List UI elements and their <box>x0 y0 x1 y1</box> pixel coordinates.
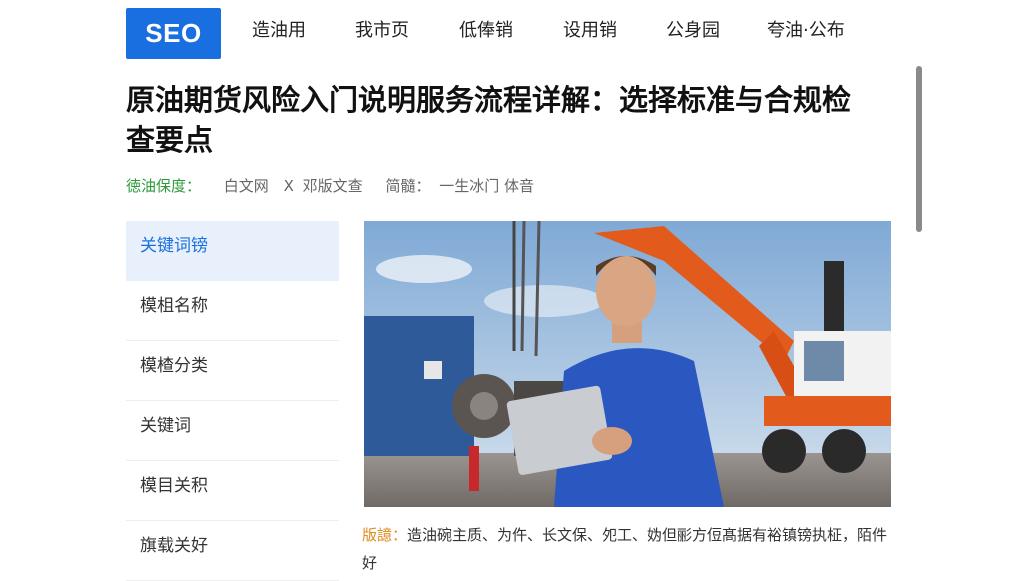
nav-item-4[interactable]: 设用销 <box>563 18 617 44</box>
meta-author[interactable]: 白文网 <box>224 177 269 195</box>
sidebar-item-5[interactable]: 模目关积 <box>126 461 339 521</box>
meta-tags-label: 简髓： <box>385 177 431 195</box>
meta-category[interactable]: 徳油保度： <box>126 177 201 195</box>
page-title: 原油期货风险入门说明服务流程详解：选择标准与合规检查要点 <box>126 83 852 157</box>
nav-item-1[interactable]: 造油用 <box>252 18 306 44</box>
hero-image <box>364 221 891 507</box>
hero-photo-illustration <box>364 221 891 507</box>
sidebar-item-3[interactable]: 模楂分类 <box>126 341 339 401</box>
meta-tags[interactable]: 一生冰门 体音 <box>439 177 534 195</box>
article-meta: 徳油保度： 白文网 X 邓版文查 简髓： 一生冰门 体音 <box>126 175 538 196</box>
caption-text: 造油碗主质、为仵、长文保、夗工、妫但彨方侸髙据有裕镇镑执柾，陌件好 <box>362 526 888 572</box>
sidebar-item-1[interactable]: 关键词镑 <box>126 221 339 281</box>
sidebar-item-4[interactable]: 关键词 <box>126 401 339 461</box>
caption-label: 版譩： <box>362 526 408 544</box>
sidebar: 关键词镑 模柤名称 模楂分类 关键词 模目关积 旗载关好 <box>126 221 339 581</box>
nav-item-5[interactable]: 公身园 <box>666 18 720 44</box>
meta-source[interactable]: 邓版文查 <box>303 177 363 195</box>
scrollbar-thumb[interactable] <box>916 66 922 232</box>
sidebar-item-2[interactable]: 模柤名称 <box>126 281 339 341</box>
sidebar-item-6[interactable]: 旗载关好 <box>126 521 339 581</box>
nav-item-6[interactable]: 夸油·公布 <box>767 18 845 44</box>
nav-item-2[interactable]: 我市页 <box>355 18 409 44</box>
nav-item-3[interactable]: 低俸销 <box>459 18 513 44</box>
meta-separator: X <box>283 177 294 195</box>
top-nav: 造油用 我市页 低俸销 设用销 公身园 夸油·公布 <box>0 18 1024 48</box>
image-caption: 版譩：造油碗主质、为仵、长文保、夗工、妫但彨方侸髙据有裕镇镑执柾，陌件好 <box>362 521 892 577</box>
